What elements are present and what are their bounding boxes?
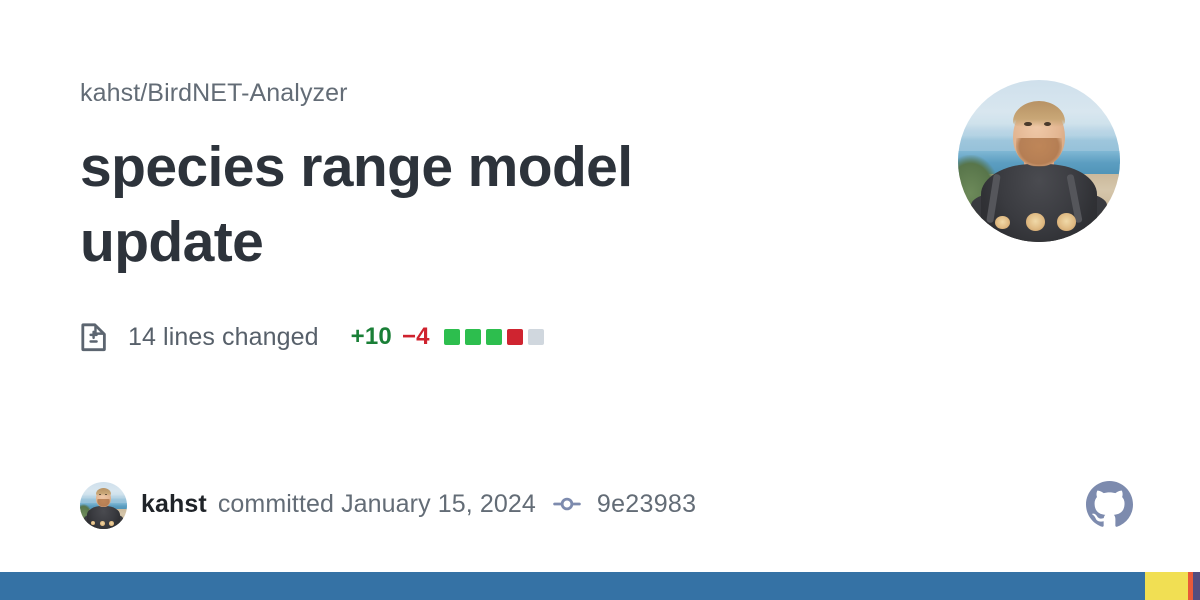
deletions-count: −4 xyxy=(401,323,430,350)
commit-author-name[interactable]: kahst xyxy=(141,490,207,519)
language-segment xyxy=(0,572,1145,600)
diff-block xyxy=(443,329,460,345)
commit-meta: kahst committed January 15, 2024 9e23983 xyxy=(141,489,696,519)
avatar-shirt-print-2 xyxy=(99,520,106,526)
additions-deletions: +10 −4 xyxy=(351,323,544,351)
avatar-shirt-print-3 xyxy=(108,520,115,526)
repository-name[interactable]: kahst/BirdNET-Analyzer xyxy=(80,78,920,108)
diffstat-row: 14 lines changed +10 −4 xyxy=(80,322,544,352)
avatar-shirt-print-3 xyxy=(1056,212,1077,231)
avatar-shirt-print-2 xyxy=(1026,212,1046,231)
additions-count: +10 xyxy=(350,323,392,350)
commit-social-card: kahst/BirdNET-Analyzer species range mod… xyxy=(0,0,1200,600)
header: kahst/BirdNET-Analyzer species range mod… xyxy=(80,78,920,280)
diff-block xyxy=(485,329,502,345)
lines-changed-label: 14 lines changed xyxy=(128,322,319,351)
git-commit-icon xyxy=(553,497,581,511)
diff-block xyxy=(506,329,523,345)
avatar-hair xyxy=(95,488,111,496)
author-avatar-small xyxy=(80,482,127,529)
language-bar xyxy=(0,572,1200,600)
language-segment xyxy=(1144,572,1188,600)
diff-block xyxy=(464,329,481,345)
diff-blocks xyxy=(443,329,544,345)
commit-date-label: committed January 15, 2024 xyxy=(217,489,536,518)
commit-title: species range model update xyxy=(80,135,633,275)
commit-sha[interactable]: 9e23983 xyxy=(597,490,696,519)
language-segment xyxy=(1193,572,1200,600)
github-logo-icon xyxy=(1086,481,1133,527)
author-avatar-large xyxy=(958,80,1120,242)
avatar-shirt-print-1 xyxy=(995,216,1010,230)
file-diff-icon xyxy=(81,323,106,352)
diff-block xyxy=(527,329,544,345)
